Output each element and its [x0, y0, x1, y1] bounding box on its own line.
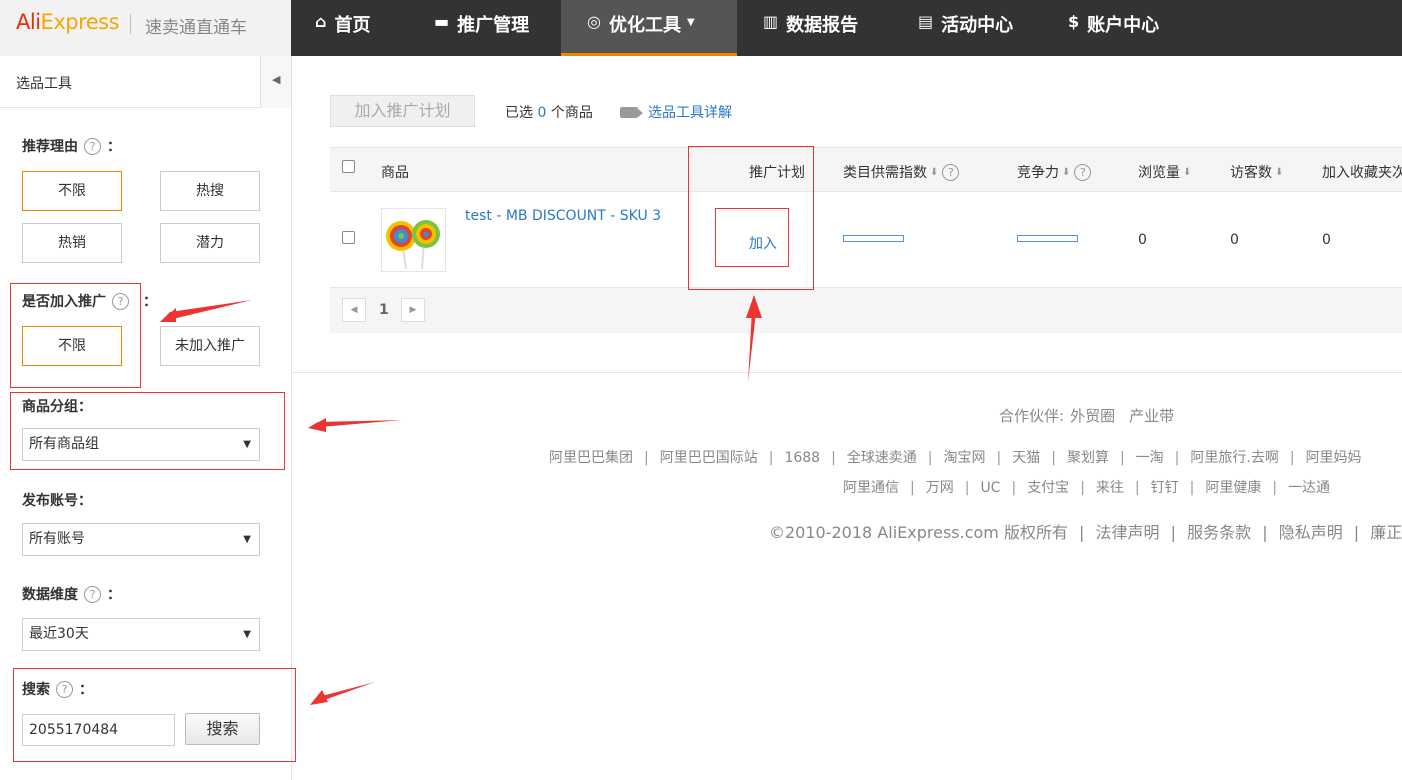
arrowhead-group [308, 418, 326, 432]
arrowhead-plan [746, 295, 762, 318]
arrow-plan [748, 310, 756, 382]
arrowhead-search [310, 690, 328, 705]
annotation-arrows [160, 295, 762, 705]
